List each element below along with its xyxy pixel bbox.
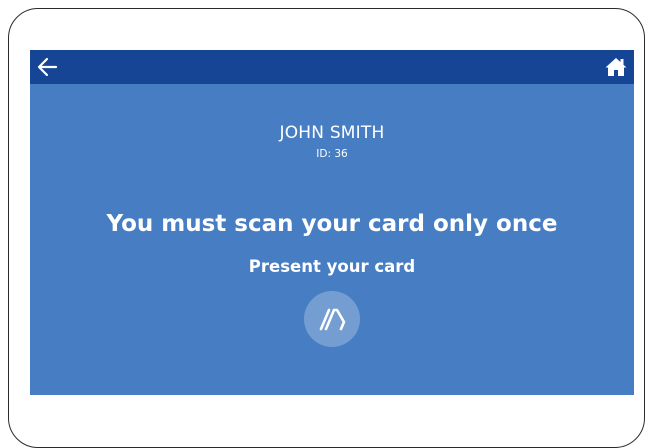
user-name: JOHN SMITH bbox=[279, 123, 385, 143]
top-bar bbox=[30, 50, 634, 84]
present-card-prompt: Present your card bbox=[248, 257, 416, 276]
arrow-left-icon bbox=[37, 57, 58, 77]
user-id: ID: 36 bbox=[316, 148, 348, 160]
scan-once-message: You must scan your card only once bbox=[106, 211, 558, 237]
contactless-card-icon bbox=[304, 291, 360, 347]
home-button[interactable] bbox=[604, 55, 628, 79]
kiosk-screen: JOHN SMITH ID: 36 You must scan your car… bbox=[30, 50, 634, 395]
home-icon bbox=[605, 58, 627, 76]
back-button[interactable] bbox=[34, 54, 62, 80]
